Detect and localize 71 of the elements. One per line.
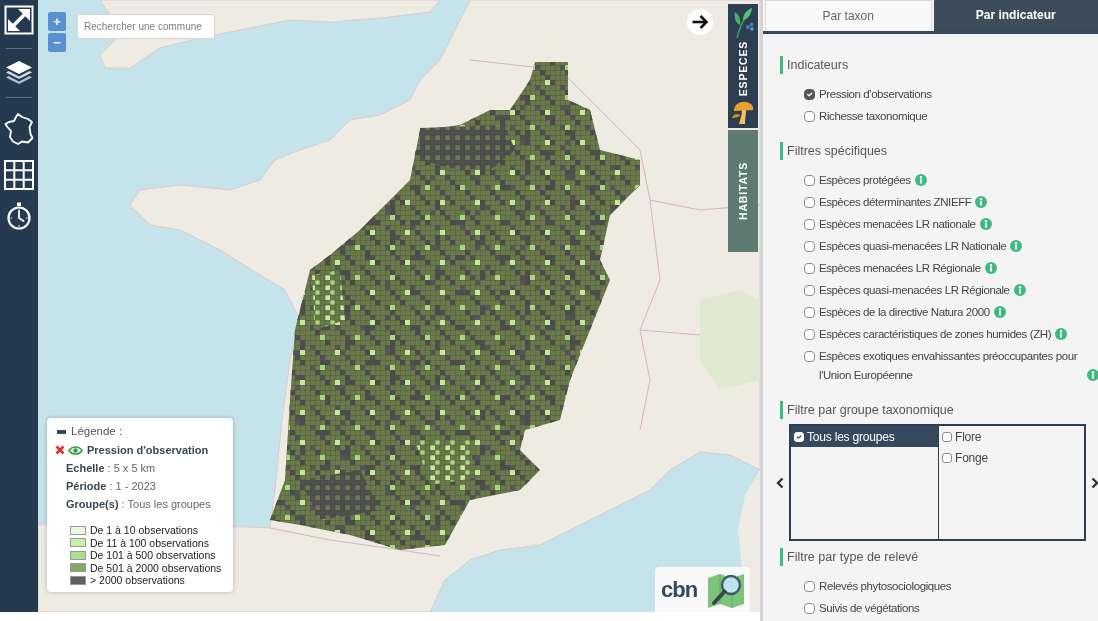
checkbox-label[interactable]: Suivis de végétations [819,598,920,618]
info-icon[interactable] [1055,327,1068,340]
legend-detail: Groupe(s) : Tous les groupes [66,497,212,512]
checkbox[interactable] [804,196,815,208]
checkbox[interactable] [804,328,815,340]
section-heading: Indicateurs [780,56,1098,74]
france-outline-icon[interactable] [4,112,34,146]
group-option[interactable]: Flore [939,426,1084,447]
info-icon[interactable] [993,305,1006,318]
checkbox-label[interactable]: Espèces menacées LR nationale [819,214,976,234]
section-heading: Filtres spécifiques [780,142,1098,160]
checkbox-label[interactable]: Espèces de la directive Natura 2000 [819,302,990,322]
stopwatch-icon[interactable] [6,202,32,230]
mushroom-icon [731,99,755,125]
checkbox[interactable] [804,602,815,614]
legend-detail: Echelle : 5 x 5 km [66,461,157,476]
section-heading: Filtre par groupe taxonomique [780,401,1098,419]
layers-icon[interactable] [5,60,33,85]
legend-label: De 101 à 500 observations [90,549,216,562]
legend-label: > 2000 observations [90,574,185,587]
checkbox-label[interactable]: Espèces exotiques envahissantes préoccupantes pour l'Union Européenne [819,346,1083,385]
checkbox[interactable] [804,580,815,592]
side-tab[interactable]: ESPECES [728,4,758,128]
info-icon[interactable] [979,217,992,230]
search-field[interactable]: Rechercher une commune [77,14,215,39]
fullscreen-icon[interactable] [4,5,34,35]
info-icon[interactable] [975,195,988,208]
checkbox[interactable] [804,88,815,100]
remove-icon[interactable] [55,445,65,455]
arrow-right-icon[interactable] [687,9,713,35]
checkbox[interactable] [804,350,815,362]
info-icon[interactable] [1010,239,1023,252]
checkbox[interactable] [804,218,815,230]
layer-name: Pression d'observation [87,442,209,458]
side-tab[interactable]: HABITATS [728,130,758,252]
info-icon[interactable] [914,173,927,186]
checkbox-label[interactable]: Relevés phytosociologiques [819,576,952,596]
checkbox-label[interactable]: Espèces déterminantes ZNIEFF [819,192,972,212]
checkbox[interactable] [804,110,815,122]
checkbox-label[interactable]: Espèces quasi-menacées LR Régionale [819,280,1010,300]
checkbox[interactable] [804,284,815,296]
legend-detail: Période : 1 - 2023 [66,479,157,494]
checkbox[interactable] [942,431,952,442]
tab[interactable]: Par indicateur [933,0,1098,31]
checkbox-label[interactable]: Pression d'observations [819,84,932,104]
info-icon[interactable] [984,261,997,274]
checkbox-label[interactable]: Espèces caractéristiques de zones humides (ZH) [819,324,1052,344]
group-option[interactable]: Fonge [939,447,1084,468]
chevron-right-icon[interactable] [1091,476,1098,489]
checkbox-label[interactable]: Espèces protégées [819,170,911,190]
grid-icon[interactable] [4,160,34,190]
group-option[interactable]: Tous les groupes [791,426,938,447]
checkbox[interactable] [804,306,815,318]
legend-title: Légende : [71,424,123,440]
info-icon[interactable] [1087,368,1098,381]
checkbox[interactable] [804,240,815,252]
checkbox-label[interactable]: Espèces menacées LR Régionale [819,258,981,278]
checkbox-label[interactable]: Espèces quasi-menacées LR Nationale [819,236,1007,256]
info-icon[interactable] [1013,283,1026,296]
legend-label: De 11 à 100 observations [90,536,209,549]
checkbox[interactable] [942,452,952,463]
logo-text: cbn [661,578,698,601]
eye-icon[interactable] [68,444,83,456]
checkbox[interactable] [804,174,815,186]
section-heading: Filtre par type de relevé [780,548,1098,566]
legend-label: De 1 à 10 observations [90,524,198,537]
chevron-left-icon[interactable] [776,476,784,489]
checkbox[interactable] [804,262,815,274]
checkbox-label[interactable]: Richesse taxonomique [819,106,928,126]
tab[interactable]: Par taxon [765,0,932,31]
legend-label: De 501 à 2000 observations [90,561,222,574]
